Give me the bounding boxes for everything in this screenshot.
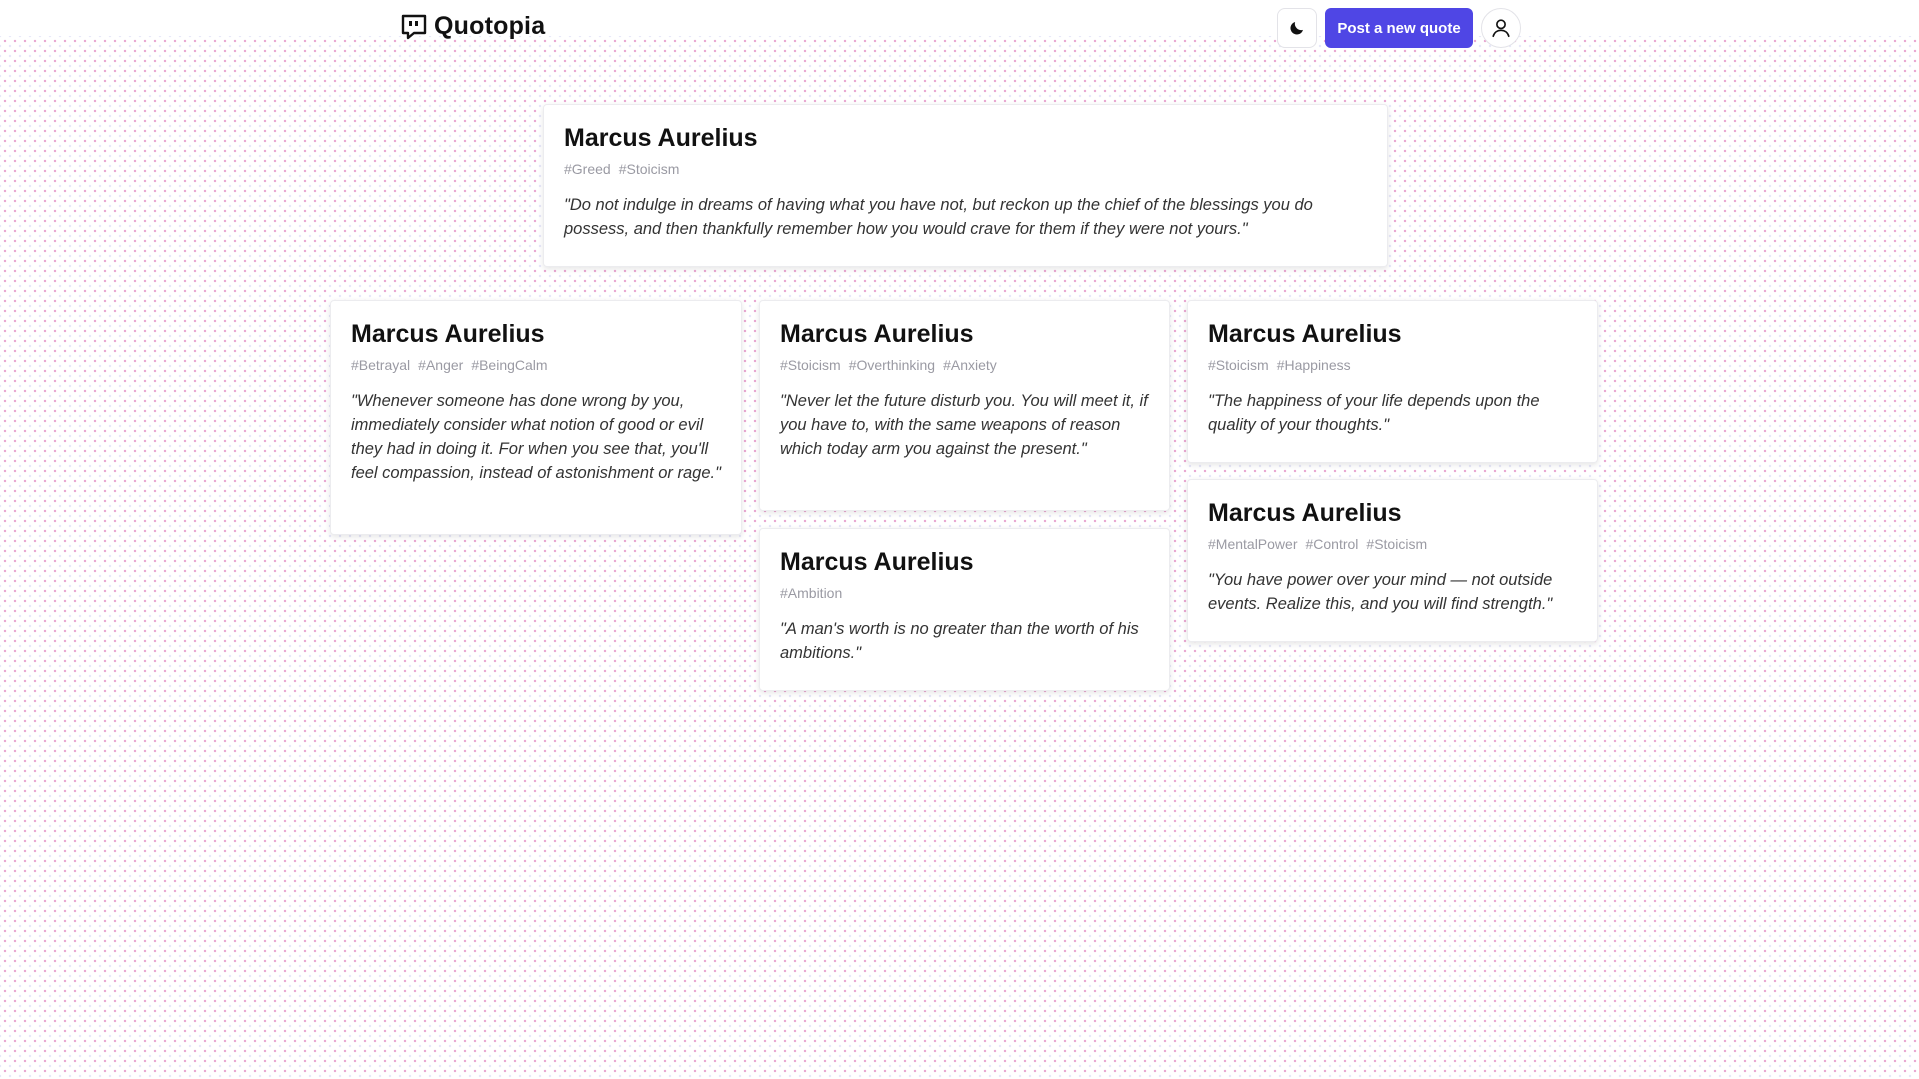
tag-link[interactable]: #Stoicism	[1366, 536, 1427, 552]
tag-link[interactable]: #Overthinking	[849, 357, 935, 373]
quote-author: Marcus Aurelius	[564, 124, 758, 152]
quote-card[interactable]: Marcus Aurelius #Stoicism #Happiness "Th…	[1187, 300, 1598, 463]
tag-link[interactable]: #Stoicism	[1208, 357, 1269, 373]
user-profile-button[interactable]	[1481, 8, 1521, 48]
user-icon	[1492, 19, 1510, 38]
quote-author: Marcus Aurelius	[780, 320, 974, 348]
tag-link[interactable]: #MentalPower	[1208, 536, 1298, 552]
quote-text: "The happiness of your life depends upon…	[1208, 392, 1540, 434]
brand-name: Quotopia	[434, 12, 546, 40]
tag-link[interactable]: #Control	[1306, 536, 1359, 552]
tag-link[interactable]: #Ambition	[780, 585, 842, 601]
tag-list: #Ambition	[780, 585, 1149, 601]
tag-list: #Betrayal #Anger #BeingCalm	[351, 357, 721, 373]
tag-link[interactable]: #Stoicism	[619, 161, 680, 177]
tag-link[interactable]: #Betrayal	[351, 357, 410, 373]
top-navbar: Quotopia Post a new quote	[0, 0, 1919, 56]
brand-link[interactable]: Quotopia	[400, 12, 545, 41]
quote-card[interactable]: Marcus Aurelius #Ambition "A man's worth…	[759, 528, 1170, 691]
tag-link[interactable]: #Anxiety	[943, 357, 997, 373]
post-new-quote-button[interactable]: Post a new quote	[1325, 8, 1473, 48]
quote-bubble-icon	[401, 14, 427, 39]
quote-author: Marcus Aurelius	[1208, 320, 1402, 348]
quote-author: Marcus Aurelius	[351, 320, 545, 348]
quote-text: "Never let the future disturb you. You w…	[780, 392, 1148, 458]
tag-list: #MentalPower #Control #Stoicism	[1208, 536, 1577, 552]
tag-list: #Greed #Stoicism	[564, 161, 1367, 177]
quote-card[interactable]: Marcus Aurelius #Betrayal #Anger #BeingC…	[330, 300, 742, 535]
moon-icon	[1290, 22, 1303, 35]
tag-link[interactable]: #Stoicism	[780, 357, 841, 373]
quote-author: Marcus Aurelius	[1208, 499, 1402, 527]
quote-author: Marcus Aurelius	[780, 548, 974, 576]
quote-text: "You have power over your mind — not out…	[1208, 571, 1553, 613]
quote-text: "A man's worth is no greater than the wo…	[780, 620, 1139, 662]
tag-list: #Stoicism #Overthinking #Anxiety	[780, 357, 1149, 373]
quote-card[interactable]: Marcus Aurelius #MentalPower #Control #S…	[1187, 479, 1598, 642]
tag-link[interactable]: #Happiness	[1277, 357, 1351, 373]
tag-link[interactable]: #Greed	[564, 161, 611, 177]
quote-text: "Do not indulge in dreams of having what…	[564, 196, 1313, 238]
quote-text: "Whenever someone has done wrong by you,…	[351, 392, 721, 482]
quote-card-featured[interactable]: Marcus Aurelius #Greed #Stoicism "Do not…	[543, 104, 1388, 267]
tag-list: #Stoicism #Happiness	[1208, 357, 1577, 373]
tag-link[interactable]: #Anger	[418, 357, 463, 373]
theme-toggle-button[interactable]	[1277, 8, 1317, 48]
tag-link[interactable]: #BeingCalm	[471, 357, 547, 373]
quote-card[interactable]: Marcus Aurelius #Stoicism #Overthinking …	[759, 300, 1170, 511]
